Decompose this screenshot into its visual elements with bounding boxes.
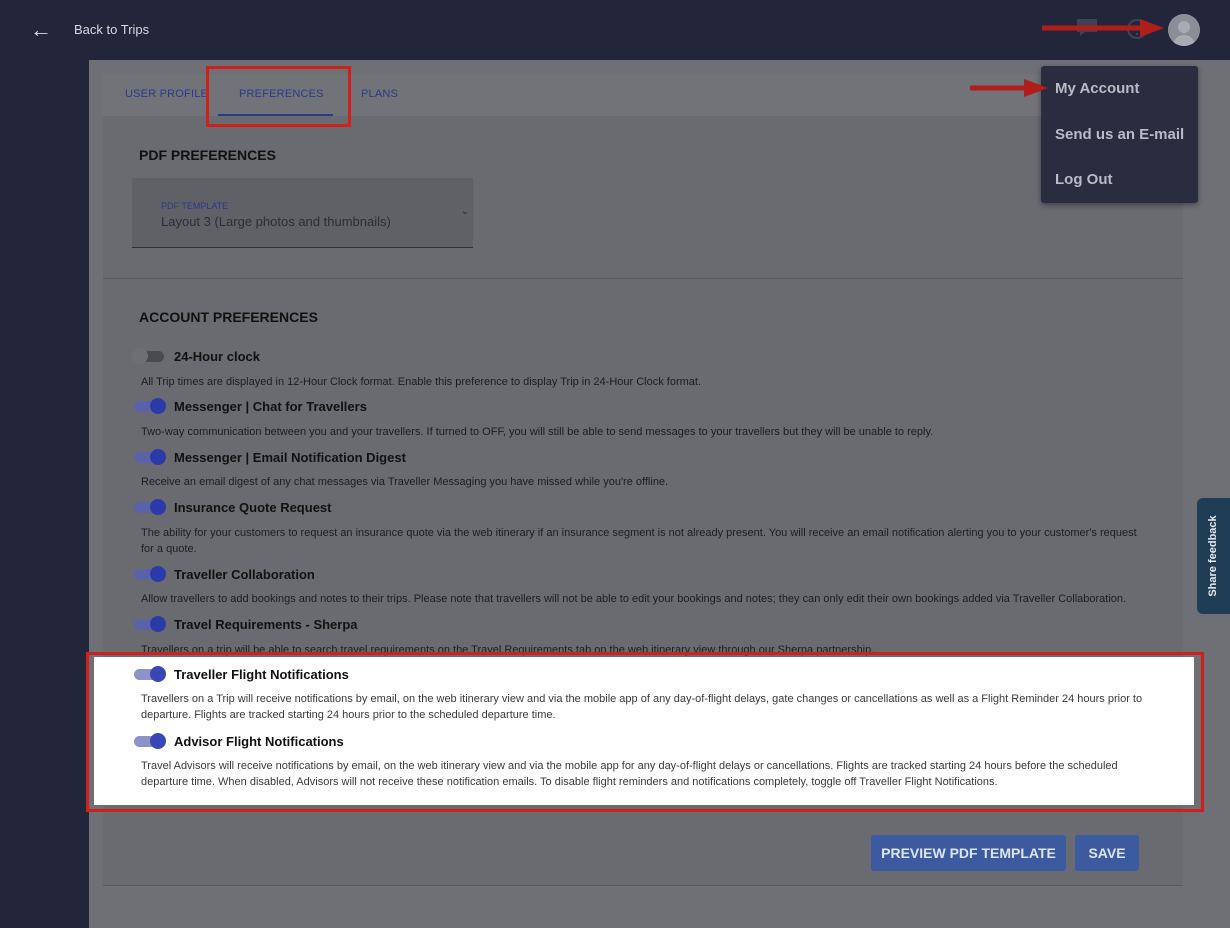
- back-to-trips-link[interactable]: Back to Trips: [74, 22, 149, 37]
- annotation-box-preferences-tab: [206, 66, 351, 127]
- pref-title-insurance-quote: Insurance Quote Request: [174, 500, 332, 515]
- pref-title-traveller-collaboration: Traveller Collaboration: [174, 567, 315, 582]
- chevron-down-icon: ⌄: [460, 206, 469, 217]
- pref-desc-messenger-chat: Two-way communication between you and yo…: [141, 426, 934, 438]
- pref-desc-traveller-collaboration: Allow travellers to add bookings and not…: [141, 593, 1127, 605]
- tab-user-profile[interactable]: USER PROFILE: [125, 88, 208, 100]
- avatar[interactable]: [1168, 14, 1200, 46]
- pdf-preferences-title: PDF PREFERENCES: [139, 147, 276, 163]
- section-divider: [103, 278, 1183, 279]
- toggle-24-hour-clock[interactable]: [132, 348, 166, 364]
- back-arrow-icon[interactable]: ←: [30, 18, 52, 42]
- pref-title-messenger-email-digest: Messenger | Email Notification Digest: [174, 450, 406, 465]
- pref-desc-24-hour-clock: All Trip times are displayed in 12-Hour …: [141, 376, 702, 388]
- pref-desc-messenger-email-digest: Receive an email digest of any chat mess…: [141, 476, 669, 488]
- pref-title-24-hour-clock: 24-Hour clock: [174, 349, 260, 364]
- toggle-insurance-quote[interactable]: [132, 499, 166, 515]
- menu-item-my-account[interactable]: My Account: [1055, 80, 1139, 97]
- annotation-box-flight-notifications: [86, 652, 1204, 812]
- save-button[interactable]: SAVE: [1075, 835, 1139, 871]
- pref-title-messenger-chat: Messenger | Chat for Travellers: [174, 399, 367, 414]
- pref-desc-insurance-quote: The ability for your customers to reques…: [141, 527, 1137, 555]
- account-preferences-title: ACCOUNT PREFERENCES: [139, 309, 318, 325]
- tab-plans[interactable]: PLANS: [361, 88, 398, 100]
- toggle-travel-requirements[interactable]: [132, 616, 166, 632]
- pref-title-travel-requirements: Travel Requirements - Sherpa: [174, 617, 358, 632]
- preview-pdf-template-button[interactable]: PREVIEW PDF TEMPLATE: [871, 835, 1066, 871]
- pdf-template-select[interactable]: PDF TEMPLATE Layout 3 (Large photos and …: [132, 178, 473, 248]
- account-menu: My Account Send us an E-mail Log Out: [1041, 66, 1198, 203]
- share-feedback-tab[interactable]: Share feedback: [1197, 498, 1230, 614]
- annotation-arrow-avatar: [1042, 19, 1164, 37]
- pdf-template-label: PDF TEMPLATE: [161, 201, 229, 211]
- annotation-arrow-my-account: [970, 79, 1048, 97]
- share-feedback-label: Share feedback: [1207, 515, 1219, 597]
- menu-item-send-email[interactable]: Send us an E-mail: [1055, 126, 1184, 143]
- pdf-template-value: Layout 3 (Large photos and thumbnails): [161, 214, 391, 229]
- toggle-messenger-chat[interactable]: [132, 398, 166, 414]
- toggle-messenger-email-digest[interactable]: [132, 449, 166, 465]
- sidebar: [0, 60, 89, 928]
- menu-item-log-out[interactable]: Log Out: [1055, 171, 1112, 188]
- toggle-traveller-collaboration[interactable]: [132, 566, 166, 582]
